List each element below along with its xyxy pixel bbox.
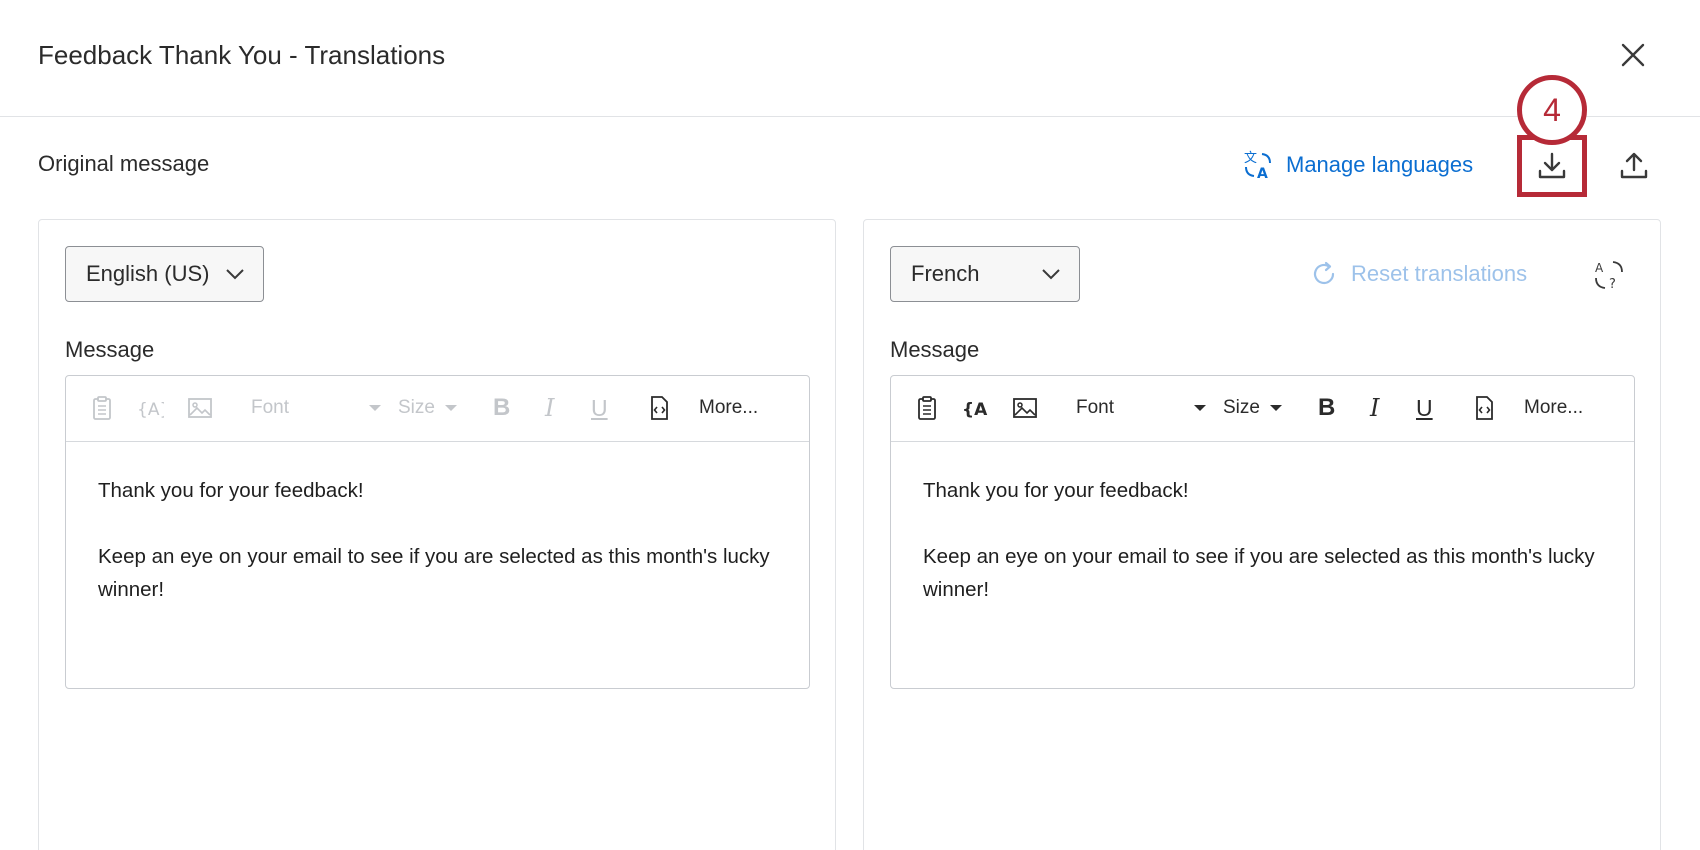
caret-down-icon	[1194, 405, 1207, 411]
original-language-panel: English (US) Message {A} Font Size B I	[38, 219, 836, 850]
chevron-down-icon	[226, 269, 245, 280]
editor-toolbar: {A} Font Size B I U More...	[66, 376, 809, 442]
reset-translations-button[interactable]: Reset translations	[1309, 256, 1527, 292]
piped-text-icon[interactable]: {A}	[136, 392, 164, 424]
more-options-button[interactable]: More...	[1524, 392, 1583, 424]
upload-translations-button[interactable]	[1614, 146, 1654, 186]
original-message-label: Original message	[38, 151, 210, 176]
source-language-select[interactable]: English (US)	[65, 246, 265, 302]
target-language-value: French	[911, 261, 980, 286]
dialog-title: Feedback Thank You - Translations	[38, 40, 446, 70]
svg-text:文: 文	[1244, 151, 1257, 166]
message-editor: {A} Font Size B I U More... Thank you fo…	[65, 375, 810, 689]
auto-translate-icon[interactable]: A ?	[1592, 258, 1626, 292]
refresh-icon	[1313, 261, 1335, 285]
step-number-badge: 4	[1517, 75, 1587, 145]
underline-button[interactable]: U	[1416, 392, 1433, 424]
caret-down-icon	[1269, 405, 1282, 411]
italic-button[interactable]: I	[1370, 392, 1379, 424]
underline-button[interactable]: U	[591, 392, 608, 424]
size-dropdown[interactable]: Size	[398, 392, 457, 424]
bold-button[interactable]: B	[493, 392, 510, 424]
svg-text:{A}: {A}	[962, 400, 989, 420]
message-body[interactable]: Thank you for your feedback! Keep an eye…	[98, 474, 788, 639]
paste-icon[interactable]	[913, 392, 941, 424]
size-dropdown-label: Size	[398, 397, 435, 418]
source-code-icon[interactable]	[645, 392, 673, 424]
translation-language-panel: French Reset translations A ? Message {A…	[863, 219, 1661, 850]
svg-text:{A}: {A}	[137, 400, 164, 420]
translate-icon: 文 A	[1244, 151, 1271, 181]
message-line-1: Thank you for your feedback!	[923, 479, 1189, 502]
dialog-header: Feedback Thank You - Translations	[0, 0, 1700, 117]
insert-image-icon[interactable]	[1011, 392, 1039, 424]
target-language-select[interactable]: French	[890, 246, 1080, 302]
bold-button[interactable]: B	[1318, 392, 1335, 424]
message-label: Message	[65, 337, 155, 362]
message-editor: {A} Font Size B I U More... Thank you fo…	[890, 375, 1635, 689]
caret-down-icon	[369, 405, 382, 411]
svg-text:A: A	[1257, 166, 1268, 181]
download-icon	[1538, 152, 1566, 179]
font-dropdown[interactable]: Font	[1076, 392, 1207, 424]
message-body[interactable]: Thank you for your feedback! Keep an eye…	[923, 474, 1613, 639]
svg-text:A: A	[1595, 261, 1604, 275]
message-line-2: Keep an eye on your email to see if you …	[923, 545, 1595, 601]
piped-text-icon[interactable]: {A}	[961, 392, 989, 424]
font-dropdown-label: Font	[1076, 397, 1115, 418]
svg-text:?: ?	[1609, 277, 1616, 292]
caret-down-icon	[444, 405, 457, 411]
manage-languages-button[interactable]: 文 A Manage languages	[1242, 148, 1473, 182]
italic-button[interactable]: I	[545, 392, 554, 424]
reset-translations-label: Reset translations	[1351, 261, 1528, 286]
close-icon[interactable]	[1618, 40, 1648, 70]
upload-icon	[1620, 152, 1648, 179]
manage-languages-label: Manage languages	[1286, 152, 1474, 177]
paste-icon[interactable]	[88, 392, 116, 424]
more-options-button[interactable]: More...	[699, 392, 758, 424]
insert-image-icon[interactable]	[186, 392, 214, 424]
size-dropdown-label: Size	[1223, 397, 1260, 418]
size-dropdown[interactable]: Size	[1223, 392, 1282, 424]
font-dropdown[interactable]: Font	[251, 392, 382, 424]
message-label: Message	[890, 337, 980, 362]
chevron-down-icon	[1042, 269, 1060, 280]
message-line-1: Thank you for your feedback!	[98, 479, 364, 502]
editor-toolbar: {A} Font Size B I U More...	[891, 376, 1634, 442]
source-language-value: English (US)	[86, 261, 210, 286]
source-code-icon[interactable]	[1470, 392, 1498, 424]
font-dropdown-label: Font	[251, 397, 290, 418]
message-line-2: Keep an eye on your email to see if you …	[98, 545, 770, 601]
